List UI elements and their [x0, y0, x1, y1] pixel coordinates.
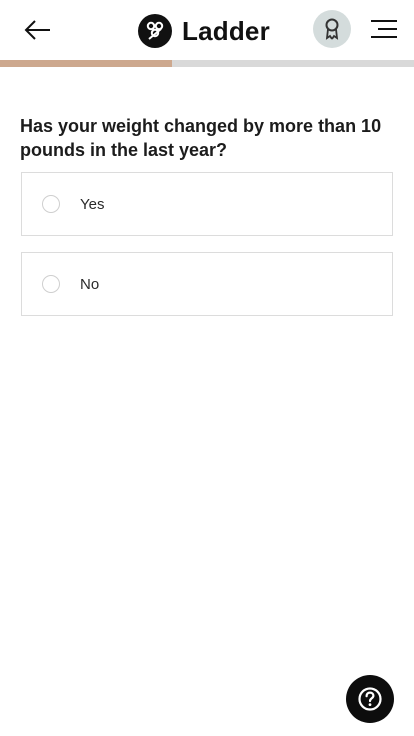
- progress-bar-fill: [0, 60, 172, 67]
- option-label: No: [80, 275, 100, 293]
- question-mark-icon: [358, 687, 382, 711]
- app-header: Ladder: [0, 0, 414, 60]
- award-ribbon-icon: [325, 18, 339, 40]
- progress-bar: [0, 60, 414, 67]
- menu-button[interactable]: [368, 15, 400, 43]
- question-text: Has your weight changed by more than 10 …: [20, 116, 382, 160]
- arrow-left-icon: [24, 20, 50, 40]
- help-button[interactable]: [346, 675, 394, 723]
- ladder-logo-icon: [138, 14, 172, 48]
- radio-button[interactable]: [42, 195, 60, 213]
- option-yes[interactable]: Yes: [21, 172, 393, 236]
- back-button[interactable]: [20, 14, 56, 46]
- option-label: Yes: [80, 195, 105, 213]
- rewards-button[interactable]: [313, 10, 351, 48]
- brand-name: Ladder: [182, 15, 270, 46]
- brand-logo: Ladder: [138, 13, 270, 49]
- option-no[interactable]: No: [21, 252, 393, 316]
- radio-button[interactable]: [42, 275, 60, 293]
- hamburger-menu-icon: [371, 20, 397, 38]
